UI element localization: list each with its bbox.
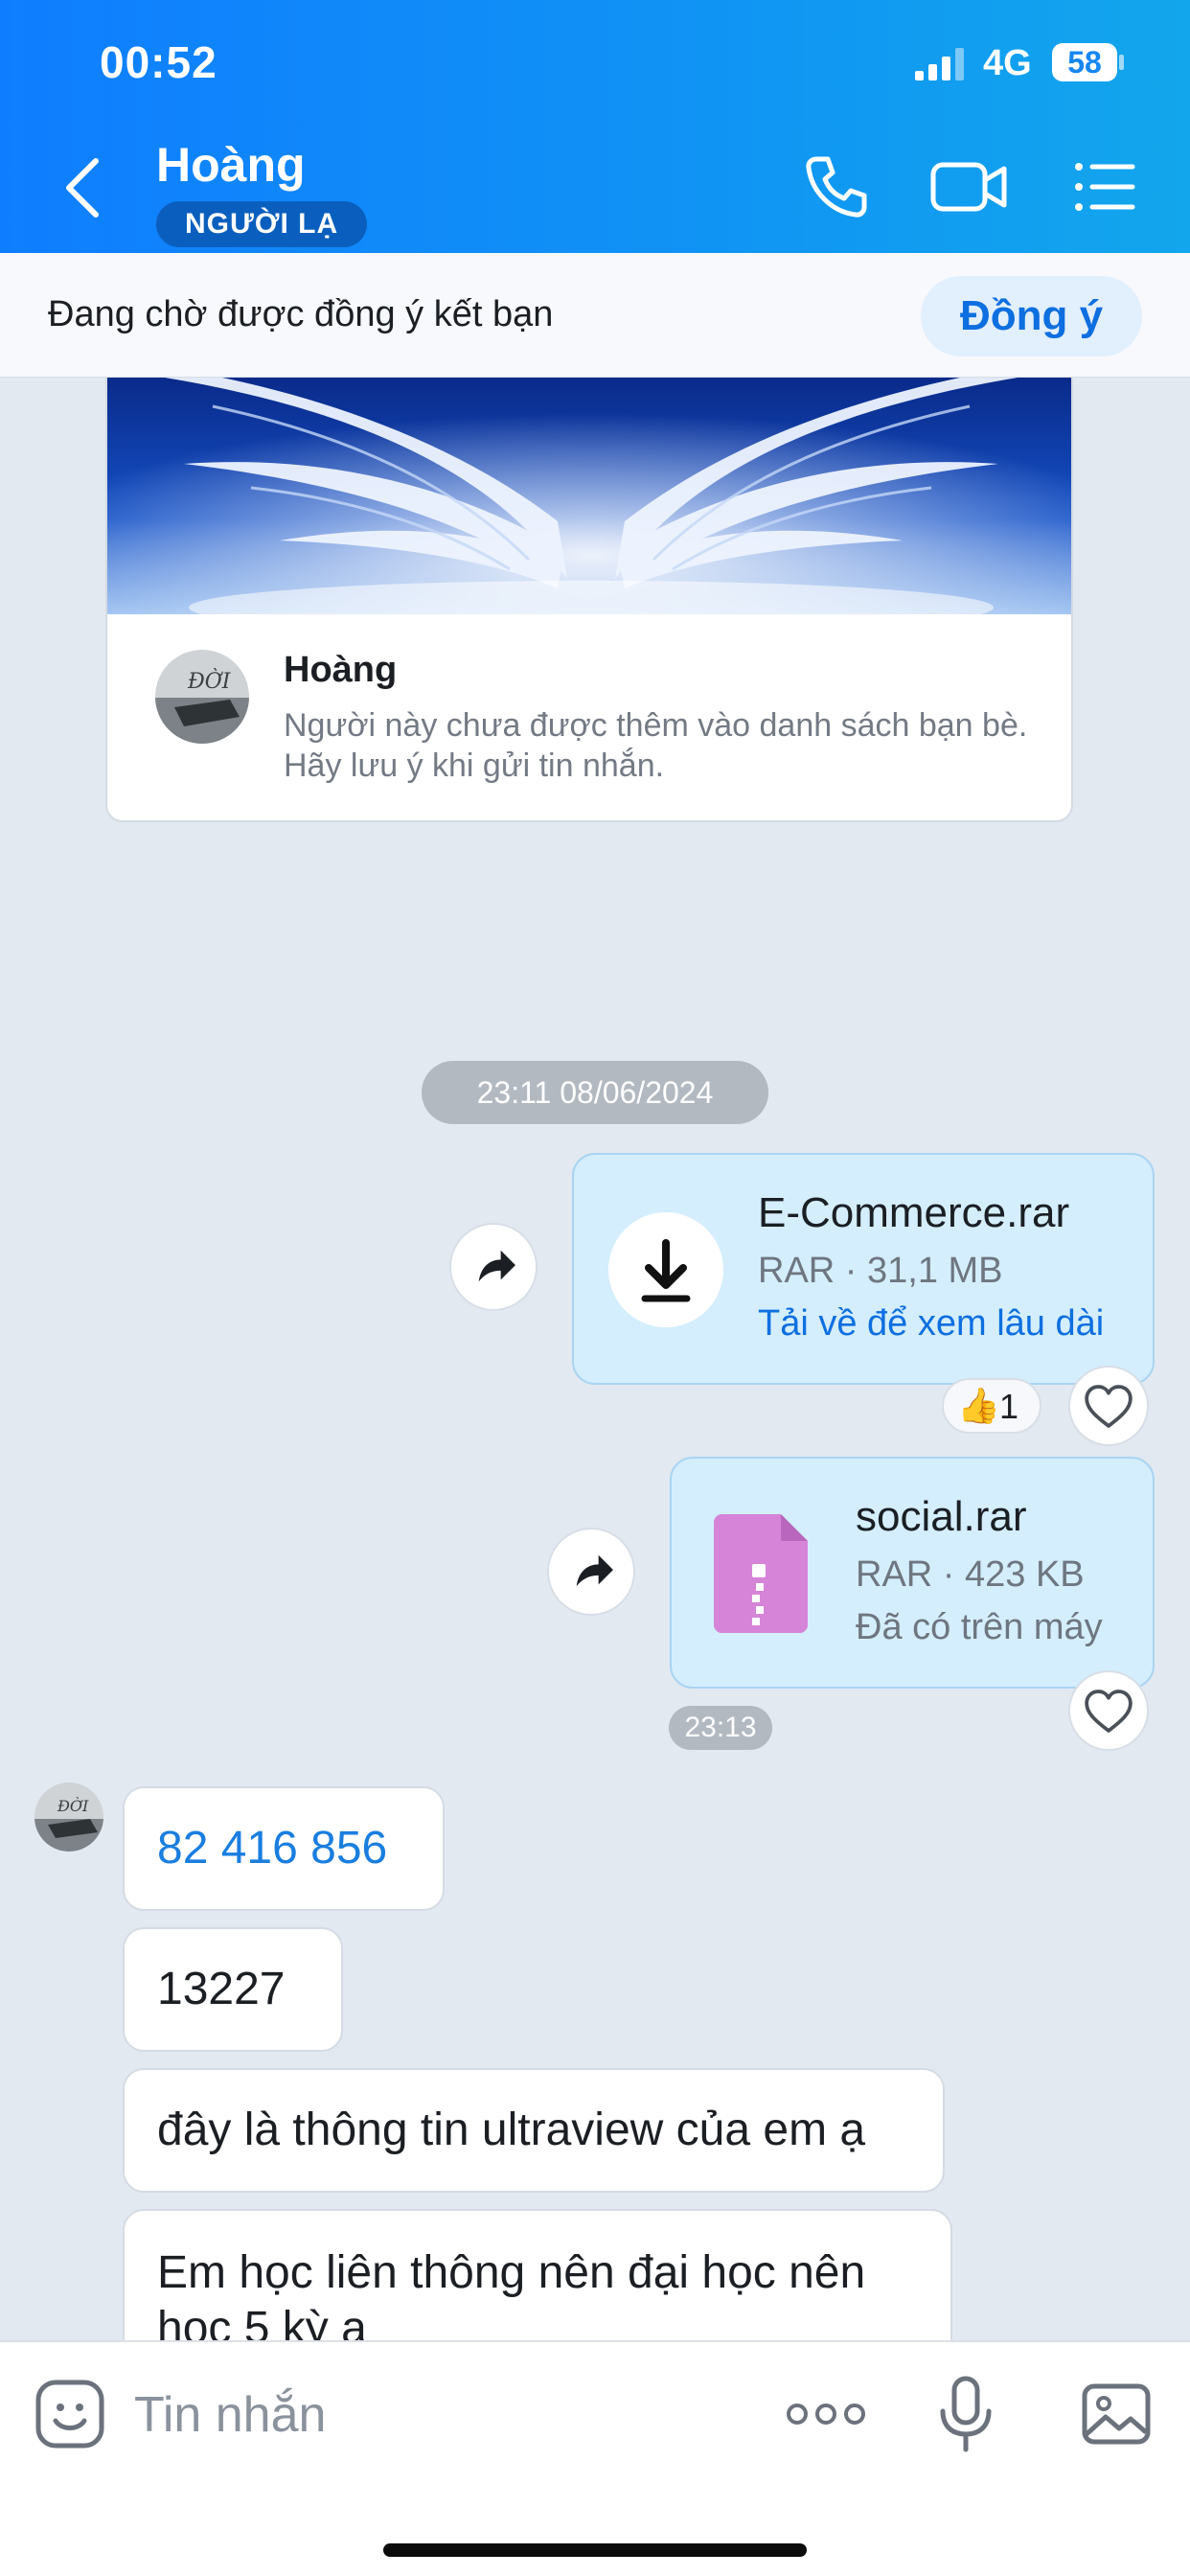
message-time: 23:13 bbox=[669, 1706, 772, 1750]
friend-request-text: Đang chờ được đồng ý kết bạn bbox=[48, 294, 554, 334]
stranger-badge: NGƯỜI LẠ bbox=[156, 201, 368, 247]
reaction-badge[interactable]: 👍 1 bbox=[942, 1378, 1041, 1434]
battery-level: 58 bbox=[1067, 45, 1102, 80]
file-meta: RAR · 31,1 MB bbox=[758, 1251, 1003, 1291]
phone-icon[interactable] bbox=[803, 153, 870, 220]
image-icon[interactable] bbox=[1081, 2379, 1152, 2450]
forward-icon[interactable] bbox=[547, 1528, 635, 1616]
battery-icon: 58 bbox=[1051, 42, 1126, 82]
file-name: social.rar bbox=[856, 1493, 1027, 1540]
zip-file-icon bbox=[714, 1514, 808, 1633]
status-time: 00:52 bbox=[100, 37, 217, 87]
more-options-icon[interactable] bbox=[786, 2395, 866, 2433]
profile-card[interactable]: ĐỜI Hoàng Người này chưa được thêm vào d… bbox=[105, 378, 1073, 822]
accept-friend-button[interactable]: Đồng ý bbox=[921, 276, 1142, 356]
message-input[interactable] bbox=[134, 2371, 747, 2459]
download-icon[interactable] bbox=[608, 1212, 723, 1327]
sender-avatar[interactable]: ĐỜI bbox=[34, 1782, 103, 1852]
menu-list-icon[interactable] bbox=[1071, 153, 1138, 220]
forward-icon[interactable] bbox=[449, 1223, 538, 1311]
heart-icon[interactable] bbox=[1068, 1366, 1149, 1446]
reaction-count: 1 bbox=[999, 1387, 1019, 1426]
incoming-message[interactable]: đây là thông tin ultraview của em ạ bbox=[123, 2068, 945, 2193]
incoming-message-phone[interactable]: 82 416 856 bbox=[123, 1786, 445, 1911]
thumbs-up-icon: 👍 bbox=[957, 1386, 1000, 1425]
date-separator: 23:11 08/06/2024 bbox=[422, 1061, 768, 1124]
incoming-message[interactable]: 13227 bbox=[123, 1927, 343, 2052]
svg-text:ĐỜI: ĐỜI bbox=[57, 1796, 89, 1815]
microphone-icon[interactable] bbox=[935, 2375, 996, 2455]
profile-card-warning: Người này chưa được thêm vào danh sách b… bbox=[284, 707, 1028, 784]
contact-name[interactable]: Hoàng bbox=[156, 137, 306, 193]
friend-request-bar: Đang chờ được đồng ý kết bạn Đồng ý bbox=[0, 253, 1190, 378]
home-indicator bbox=[383, 2543, 807, 2557]
file-status: Đã có trên máy bbox=[856, 1607, 1103, 1647]
heart-icon[interactable] bbox=[1068, 1670, 1149, 1751]
file-message-ecommerce[interactable]: E-Commerce.rar RAR · 31,1 MB Tải về để x… bbox=[572, 1153, 1155, 1385]
sticker-icon[interactable] bbox=[34, 2379, 105, 2450]
video-call-icon[interactable] bbox=[929, 153, 1010, 220]
download-link[interactable]: Tải về để xem lâu dài bbox=[758, 1303, 1104, 1345]
message-composer bbox=[0, 2340, 1190, 2576]
profile-card-name: Hoàng bbox=[284, 650, 398, 690]
signal-icon bbox=[915, 48, 964, 80]
chat-header: 00:52 4G 58 Hoàng NGƯỜI LẠ bbox=[0, 0, 1190, 253]
file-message-social[interactable]: social.rar RAR · 423 KB Đã có trên máy bbox=[670, 1457, 1155, 1689]
contact-avatar[interactable]: ĐỜI bbox=[155, 650, 249, 744]
wings-banner-image bbox=[107, 378, 1071, 614]
network-label: 4G bbox=[983, 43, 1032, 83]
file-name: E-Commerce.rar bbox=[758, 1189, 1070, 1236]
back-icon[interactable] bbox=[56, 153, 113, 222]
file-meta: RAR · 423 KB bbox=[856, 1554, 1085, 1595]
svg-text:ĐỜI: ĐỜI bbox=[187, 668, 232, 694]
